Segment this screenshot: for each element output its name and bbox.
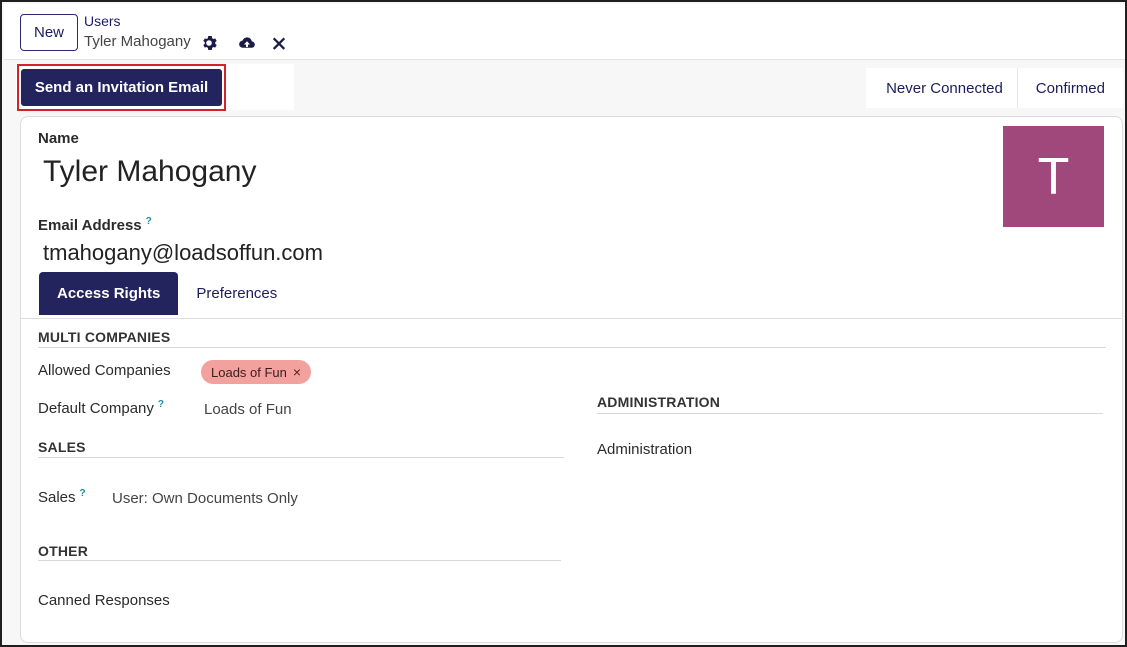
multi-companies-title: MULTI COMPANIES	[38, 329, 171, 345]
tab-preferences[interactable]: Preferences	[178, 272, 295, 315]
multi-companies-divider	[38, 347, 1106, 348]
sales-label: Sales?	[38, 488, 86, 506]
status-bar: Never Connected Confirmed	[866, 68, 1123, 108]
name-field[interactable]: Tyler Mahogany	[43, 155, 256, 189]
allowed-companies-label: Allowed Companies	[38, 362, 171, 379]
send-invitation-email-button[interactable]: Send an Invitation Email	[21, 69, 222, 106]
tab-divider	[21, 318, 1122, 319]
sales-field[interactable]: User: Own Documents Only	[112, 490, 298, 507]
help-icon[interactable]: ?	[158, 399, 164, 410]
discard-icon[interactable]	[270, 34, 288, 52]
sales-divider	[38, 457, 564, 458]
name-label: Name	[38, 130, 79, 147]
form-sheet: Name Tyler Mahogany Email Address? tmaho…	[20, 116, 1123, 643]
control-panel: New Users Tyler Mahogany	[4, 4, 1125, 60]
window-frame: New Users Tyler Mahogany Send an Invitat…	[0, 0, 1127, 647]
gear-icon[interactable]	[200, 34, 218, 52]
help-icon[interactable]: ?	[80, 488, 86, 499]
administration-label: Administration	[597, 441, 693, 458]
status-never-connected[interactable]: Never Connected	[866, 68, 1018, 108]
other-title: OTHER	[38, 543, 88, 559]
default-company-label-text: Default Company	[38, 400, 154, 417]
tab-access-rights[interactable]: Access Rights	[39, 272, 179, 315]
avatar[interactable]: T	[1003, 126, 1104, 227]
administration-title: ADMINISTRATION	[597, 394, 721, 410]
administration-divider	[597, 413, 1103, 414]
default-company-field[interactable]: Loads of Fun	[204, 401, 292, 418]
email-field[interactable]: tmahogany@loadsoffun.com	[43, 240, 323, 266]
canned-responses-label: Canned Responses	[38, 592, 170, 609]
email-label-text: Email Address	[38, 217, 142, 234]
sales-label-text: Sales	[38, 489, 76, 506]
default-company-label: Default Company?	[38, 399, 164, 417]
company-tag-label: Loads of Fun	[211, 364, 287, 380]
breadcrumb-parent-link[interactable]: Users	[84, 13, 121, 29]
email-label: Email Address?	[38, 216, 152, 234]
company-tag: Loads of Fun ×	[201, 360, 312, 384]
notebook-tabs: Access Rights Preferences	[39, 272, 295, 315]
new-button[interactable]: New	[20, 14, 78, 51]
other-divider	[38, 560, 561, 561]
breadcrumb-current: Tyler Mahogany	[84, 33, 191, 50]
tag-remove-icon[interactable]: ×	[293, 364, 301, 380]
cloud-upload-icon[interactable]	[238, 34, 256, 52]
help-icon[interactable]: ?	[146, 216, 152, 227]
action-bar: Send an Invitation Email Never Connected…	[4, 60, 1125, 114]
status-confirmed[interactable]: Confirmed	[1018, 68, 1123, 108]
sales-title: SALES	[38, 439, 86, 455]
